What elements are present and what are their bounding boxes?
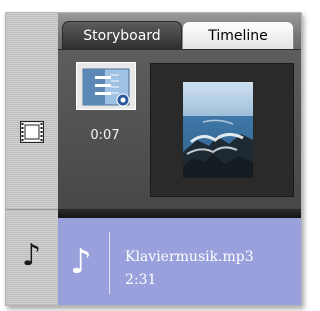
transition-effect-icon xyxy=(82,68,130,107)
video-track: 0:07 xyxy=(58,49,301,210)
transition-duration: 0:07 xyxy=(90,128,120,143)
storyboard-panel: ♪ Storyboard Timeline 0:07 ♪ Klaviermusi… xyxy=(5,12,302,306)
music-note-icon: ♪ xyxy=(70,242,92,282)
audio-clip-duration: 2:31 xyxy=(125,272,157,288)
video-clip-preview[interactable] xyxy=(150,63,294,197)
film-strip-icon xyxy=(20,121,44,143)
tab-storyboard[interactable]: Storyboard xyxy=(62,21,182,49)
audio-clip[interactable]: ♪ Klaviermusik.mp3 2:31 xyxy=(58,218,301,305)
track-header-rail: ♪ xyxy=(6,13,59,305)
audio-clip-separator xyxy=(109,232,110,294)
track-divider xyxy=(58,209,301,218)
music-note-icon: ♪ xyxy=(22,238,42,273)
audio-clip-name: Klaviermusik.mp3 xyxy=(125,249,254,265)
rail-separator xyxy=(6,209,58,210)
tab-bar: Storyboard Timeline xyxy=(58,13,301,49)
audio-track: ♪ Klaviermusik.mp3 2:31 xyxy=(58,218,301,305)
tab-timeline[interactable]: Timeline xyxy=(182,21,294,49)
transition-thumbnail[interactable] xyxy=(76,62,136,110)
ocean-photo-thumbnail xyxy=(183,82,253,178)
